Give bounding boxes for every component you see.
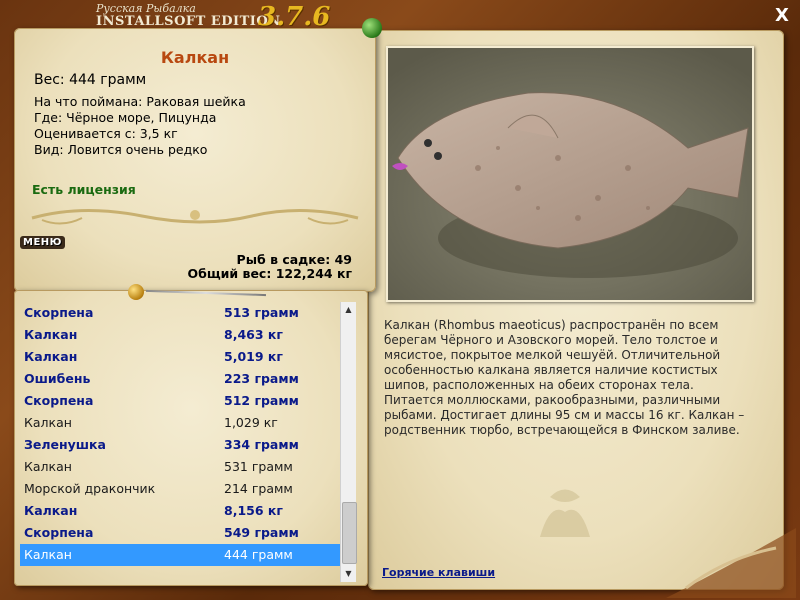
catch-weight: 5,019 кг [224, 349, 283, 364]
catch-name: Скорпена [24, 393, 94, 408]
catch-weight: 223 грамм [224, 371, 299, 386]
catch-row[interactable]: Ошибень 223 грамм [20, 368, 340, 390]
catch-weight: 512 грамм [224, 393, 299, 408]
scroll-down-icon[interactable]: ▼ [341, 566, 356, 582]
catch-row-selected[interactable]: Калкан 444 грамм [20, 544, 340, 566]
page-curl-ornament [666, 528, 796, 598]
catch-row[interactable]: Морской дракончик 214 грамм [20, 478, 340, 500]
catch-weight: 1,029 кг [224, 415, 278, 430]
fish-count: Рыб в садке: 49 [236, 252, 352, 267]
catch-row[interactable]: Зеленушка 334 грамм [20, 434, 340, 456]
license-status: Есть лицензия [32, 182, 136, 197]
close-button[interactable]: X [772, 6, 792, 26]
catch-weight: 214 грамм [224, 481, 293, 496]
catch-name: Калкан [24, 415, 72, 430]
catch-name: Калкан [24, 459, 72, 474]
pushpin-icon [128, 284, 144, 300]
catch-row[interactable]: Скорпена 513 грамм [20, 302, 340, 324]
catch-name: Калкан [24, 547, 72, 562]
catch-name: Калкан [24, 327, 78, 342]
list-scrollbar[interactable]: ▲ ▼ [340, 302, 357, 582]
scroll-thumb[interactable] [342, 502, 357, 564]
catch-weight: 444 грамм [224, 547, 293, 562]
catch-row[interactable]: Калкан 8,463 кг [20, 324, 340, 346]
catch-weight: 549 грамм [224, 525, 299, 540]
catch-name: Калкан [24, 503, 78, 518]
catch-name: Калкан [24, 349, 78, 364]
fish-trophy: Оценивается с: 3,5 кг [34, 126, 178, 141]
catch-name: Морской дракончик [24, 481, 156, 496]
catch-name: Ошибень [24, 371, 91, 386]
catch-weight: 8,463 кг [224, 327, 283, 342]
catch-weight: 8,156 кг [224, 503, 283, 518]
ornament-divider [31, 208, 359, 225]
catch-name: Скорпена [24, 305, 94, 320]
fish-place: Где: Чёрное море, Пицунда [34, 110, 217, 125]
catch-row[interactable]: Калкан 5,019 кг [20, 346, 340, 368]
catch-row[interactable]: Скорпена 549 грамм [20, 522, 340, 544]
fisherman-watermark-icon [540, 489, 590, 537]
fish-description: Калкан (Rhombus maeoticus) распространён… [384, 318, 745, 437]
catch-row[interactable]: Калкан 1,029 кг [20, 412, 340, 434]
total-weight: Общий вес: 122,244 кг [187, 266, 353, 281]
fish-rarity: Вид: Ловится очень редко [34, 142, 208, 157]
fish-bait: На что поймана: Раковая шейка [34, 94, 246, 109]
fish-photo [386, 46, 754, 302]
catch-row[interactable]: Калкан 8,156 кг [20, 500, 340, 522]
catch-row[interactable]: Скорпена 512 грамм [20, 390, 340, 412]
fish-info-card: Калкан Вес: 444 грамм На что поймана: Ра… [14, 28, 376, 292]
fish-name: Калкан [160, 48, 230, 67]
catch-weight: 334 грамм [224, 437, 299, 452]
catch-name: Зеленушка [24, 437, 106, 452]
scroll-up-icon[interactable]: ▲ [341, 302, 356, 318]
green-pin-icon [362, 18, 382, 38]
catch-weight: 513 грамм [224, 305, 299, 320]
app-title-main: INSTALLSOFT EDITION [96, 14, 281, 29]
catch-row[interactable]: Калкан 531 грамм [20, 456, 340, 478]
hotkeys-link[interactable]: Горячие клавиши [382, 566, 495, 579]
fish-weight: Вес: 444 грамм [34, 72, 147, 88]
catch-list: Скорпена 513 грамм Калкан 8,463 кг Калкан 5,0… [20, 302, 340, 566]
menu-button[interactable]: МЕНЮ [20, 236, 65, 249]
catch-weight: 531 грамм [224, 459, 293, 474]
catch-name: Скорпена [24, 525, 94, 540]
